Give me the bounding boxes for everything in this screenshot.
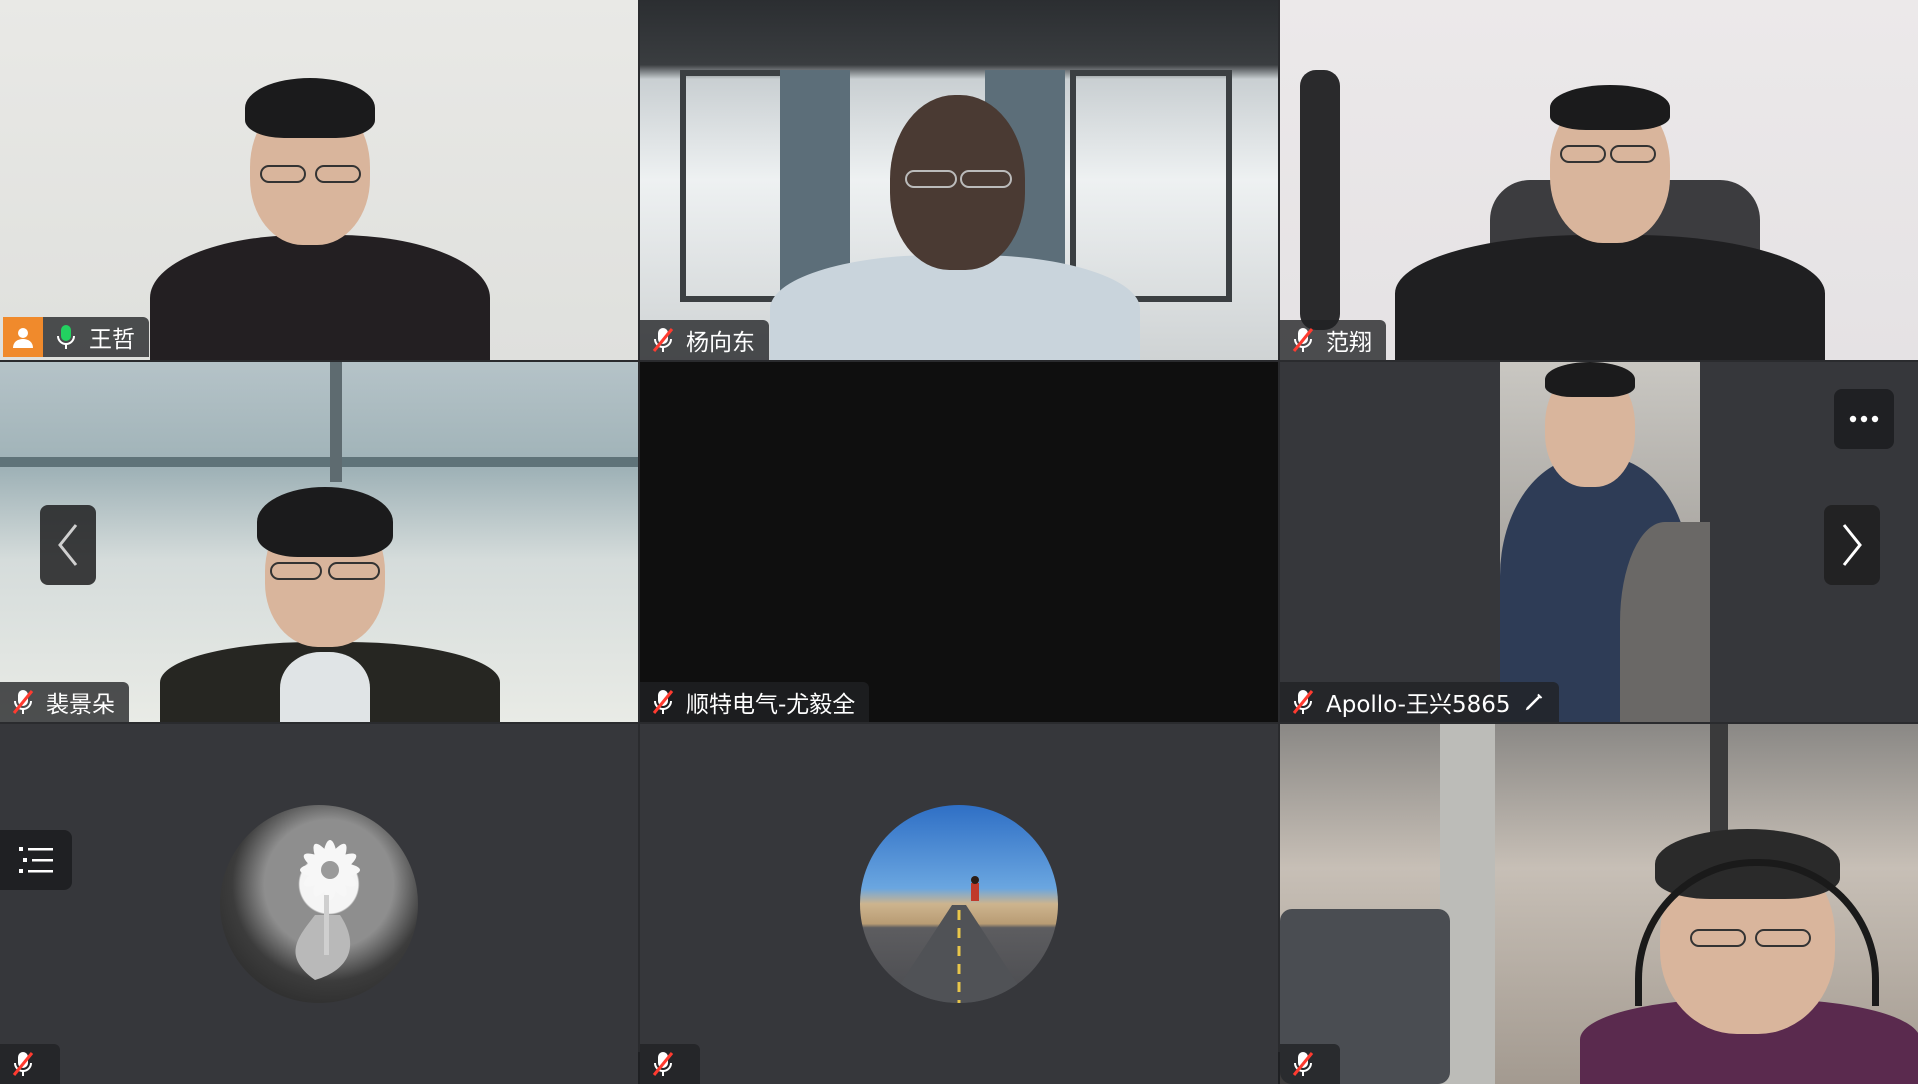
- participant-tile-3[interactable]: 范翔: [1280, 0, 1918, 360]
- participant-tile-6[interactable]: Apollo-王兴5865: [1280, 362, 1918, 722]
- participant-video-feed: [1500, 362, 1710, 722]
- participant-video: [0, 0, 638, 360]
- participant-name: 王哲: [89, 327, 135, 353]
- participant-name-tag: 杨向东: [640, 320, 769, 360]
- participant-video: [0, 724, 638, 1084]
- participant-name: 裴景朵: [46, 692, 115, 718]
- participant-tile-1[interactable]: 王哲: [0, 0, 638, 360]
- participant-person: [1580, 829, 1918, 1084]
- previous-page-button[interactable]: [40, 505, 96, 585]
- participant-person: [770, 85, 1140, 360]
- host-badge: [3, 317, 43, 357]
- participant-name-tag: [1280, 1044, 1340, 1084]
- participant-tile-9[interactable]: [1280, 724, 1918, 1084]
- next-page-button[interactable]: [1824, 505, 1880, 585]
- participant-video: [640, 724, 1278, 1084]
- participant-name-tag: 裴景朵: [0, 682, 129, 722]
- more-dots-icon: [1849, 415, 1879, 423]
- participant-name: 顺特电气-尤毅全: [686, 692, 856, 718]
- participant-tile-7[interactable]: [0, 724, 638, 1084]
- participant-video: [640, 362, 1278, 722]
- participant-name: 范翔: [1326, 330, 1372, 356]
- participant-name-tag: 顺特电气-尤毅全: [640, 682, 870, 722]
- pencil-icon[interactable]: [1523, 691, 1545, 713]
- person-icon: [13, 328, 33, 348]
- participant-name-tag: Apollo-王兴5865: [1280, 682, 1559, 722]
- road-image: [888, 876, 1030, 1003]
- participant-tile-5[interactable]: 顺特电气-尤毅全: [640, 362, 1278, 722]
- participant-name: 杨向东: [686, 330, 755, 356]
- video-grid: 王哲 杨向东 范翔 裴景朵 顺特电气-尤毅全 Apollo-王兴5865: [0, 0, 1918, 1084]
- list-icon: [19, 847, 53, 873]
- participant-person: [1395, 85, 1825, 360]
- participant-tile-2[interactable]: 杨向东: [640, 0, 1278, 360]
- participant-name-tag: [0, 1044, 60, 1084]
- participant-name-tag: 范翔: [1280, 320, 1386, 360]
- participant-video: [1280, 724, 1918, 1084]
- participant-tile-8[interactable]: [640, 724, 1278, 1084]
- participant-video: [640, 0, 1278, 360]
- microphone-muted-icon: [1292, 1052, 1314, 1076]
- participant-avatar: [860, 805, 1058, 1003]
- flower-image: [295, 840, 360, 980]
- participant-person: [150, 70, 490, 360]
- more-options-button[interactable]: [1834, 389, 1894, 449]
- participant-avatar: [220, 805, 418, 1003]
- microphone-muted-icon: [652, 690, 674, 714]
- participant-name-tag: 王哲: [43, 317, 149, 357]
- participant-name: Apollo-王兴5865: [1326, 692, 1511, 718]
- participant-name-tag: [640, 1044, 700, 1084]
- microphone-muted-icon: [1292, 690, 1314, 714]
- microphone-icon: [57, 325, 75, 349]
- chevron-right-icon: [1842, 524, 1862, 566]
- participant-video: [1280, 0, 1918, 360]
- microphone-muted-icon: [652, 1052, 674, 1076]
- chevron-left-icon: [58, 524, 78, 566]
- microphone-muted-icon: [652, 328, 674, 352]
- participant-list-button[interactable]: [0, 830, 72, 890]
- participant-person: [160, 487, 500, 722]
- microphone-muted-icon: [1292, 328, 1314, 352]
- participant-video: [1280, 362, 1918, 722]
- microphone-muted-icon: [12, 1052, 34, 1076]
- microphone-muted-icon: [12, 690, 34, 714]
